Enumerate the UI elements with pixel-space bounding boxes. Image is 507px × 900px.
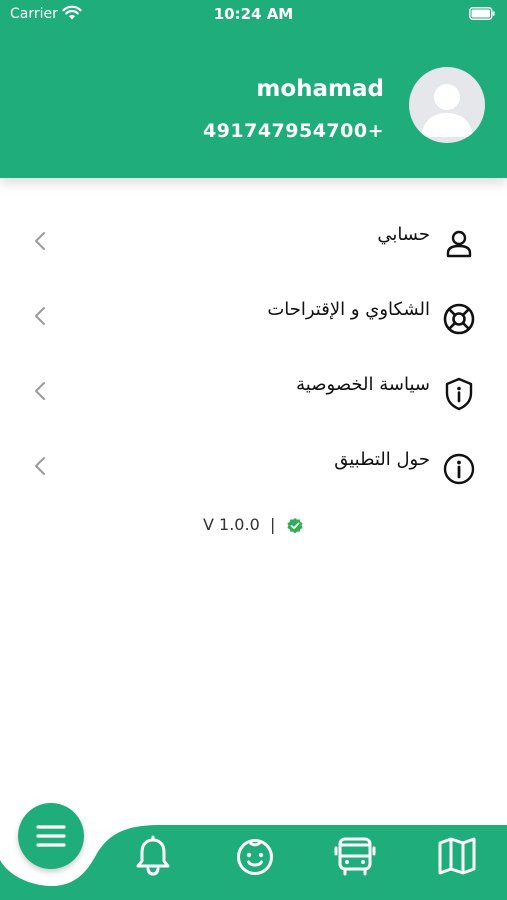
status-time: 10:24 AM xyxy=(213,5,294,23)
verified-badge-icon xyxy=(287,518,303,534)
menu-item-complaints-suggestions[interactable]: الشكاوي و الإقتراحات xyxy=(0,285,507,345)
version-separator: | xyxy=(270,515,276,534)
chevron-left-icon xyxy=(35,307,45,325)
chevron-left-icon xyxy=(35,232,45,250)
menu-icon xyxy=(36,825,66,847)
menu-fab-button[interactable] xyxy=(18,803,84,869)
battery-icon xyxy=(469,7,495,20)
chevron-left-icon xyxy=(35,457,45,475)
menu-item-label: سياسة الخصوصية xyxy=(296,374,430,395)
lifebuoy-icon xyxy=(443,303,475,335)
chevron-left-icon xyxy=(35,382,45,400)
child-face-icon[interactable] xyxy=(233,834,277,878)
map-icon[interactable] xyxy=(435,834,479,878)
menu-item-label: حول التطبيق xyxy=(334,449,430,470)
menu-item-label: حسابي xyxy=(377,224,430,245)
bell-icon[interactable] xyxy=(131,834,175,878)
user-icon xyxy=(446,230,472,258)
menu-item-privacy-policy[interactable]: سياسة الخصوصية xyxy=(0,360,507,420)
avatar-placeholder-icon xyxy=(421,84,473,137)
menu-item-about-app[interactable]: حول التطبيق xyxy=(0,435,507,495)
user-phone: 491747954700+ xyxy=(202,120,384,142)
menu-item-my-account[interactable]: حسابي xyxy=(0,210,507,270)
avatar[interactable] xyxy=(409,67,485,143)
status-bar: Carrier 10:24 AM xyxy=(0,0,507,30)
version-label: V 1.0.0 xyxy=(203,515,260,534)
bus-icon[interactable] xyxy=(333,834,377,878)
profile-header: Carrier 10:24 AM mohamad 491747954700+ xyxy=(0,0,507,178)
shield-info-icon xyxy=(445,377,473,411)
menu-item-label: الشكاوي و الإقتراحات xyxy=(267,299,430,320)
app-version: V 1.0.0 | xyxy=(0,514,507,538)
user-name: mohamad xyxy=(256,76,384,102)
info-icon xyxy=(443,453,475,485)
